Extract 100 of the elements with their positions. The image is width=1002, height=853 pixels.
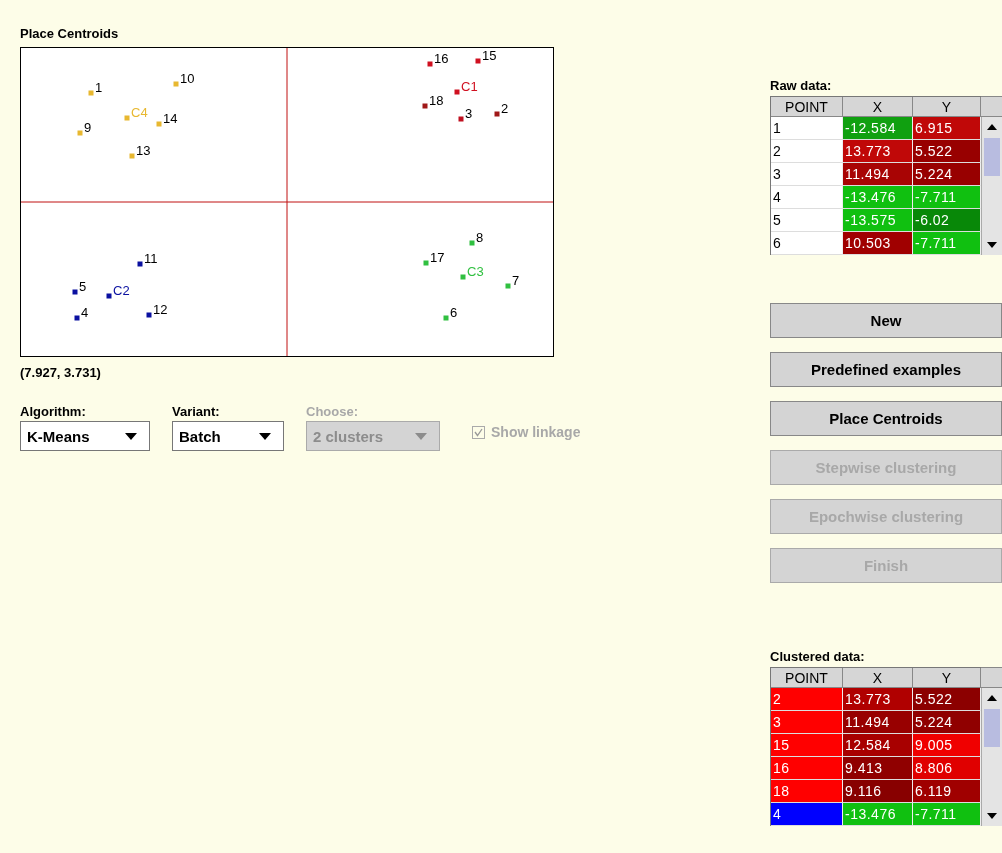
table-cell: 4 [771, 186, 843, 209]
scroll-down-icon[interactable] [987, 813, 997, 819]
table-cell: 5.522 [913, 688, 981, 711]
point-marker[interactable] [423, 260, 429, 266]
table-cell: 6 [771, 232, 843, 255]
point-label: 9 [84, 120, 92, 135]
action-button[interactable]: Predefined examples [770, 352, 1002, 387]
point-label: 6 [450, 305, 458, 320]
caret-icon [125, 432, 137, 440]
table-cell: 5 [771, 209, 843, 232]
scrollbar[interactable] [981, 688, 1002, 826]
table-cell: -7.711 [913, 232, 981, 255]
dropdown-label: Choose: [306, 404, 358, 419]
point-label: 15 [482, 48, 497, 63]
point-marker[interactable] [173, 81, 179, 87]
table-cell: 11.494 [843, 163, 913, 186]
point-label: 17 [430, 250, 445, 265]
table-cell: 9.413 [843, 757, 913, 780]
caret-icon [415, 432, 427, 440]
centroid-marker[interactable] [454, 89, 460, 95]
scroll-thumb[interactable] [984, 709, 1000, 747]
point-label: 13 [136, 143, 151, 158]
point-marker[interactable] [74, 315, 80, 321]
column-header[interactable]: X [843, 97, 913, 117]
table-cell: 11.494 [843, 711, 913, 734]
centroid-marker[interactable] [106, 293, 112, 299]
header-corner [981, 667, 1002, 688]
point-label: 4 [81, 305, 89, 320]
dropdown-label: Variant: [172, 404, 220, 419]
scroll-up-icon[interactable] [987, 695, 997, 701]
table-cell: 2 [771, 688, 843, 711]
centroid-marker[interactable] [124, 115, 130, 121]
table-title: Clustered data: [770, 649, 865, 665]
point-marker[interactable] [88, 90, 94, 96]
table-cell: 3 [771, 711, 843, 734]
table-cell: 1 [771, 117, 843, 140]
table-cell: 5.224 [913, 711, 981, 734]
point-marker[interactable] [129, 153, 135, 159]
table-cell: 10.503 [843, 232, 913, 255]
point-label: 1 [95, 80, 103, 95]
table-cell: 13.773 [843, 688, 913, 711]
column-header[interactable]: POINT [771, 97, 843, 117]
point-marker[interactable] [422, 103, 428, 109]
action-button[interactable]: New [770, 303, 1002, 338]
table-cell: -13.575 [843, 209, 913, 232]
table-cell: 5.224 [913, 163, 981, 186]
point-label: 12 [153, 302, 168, 317]
point-marker[interactable] [443, 315, 449, 321]
point-marker[interactable] [475, 58, 481, 64]
table-cell: 13.773 [843, 140, 913, 163]
point-label: 8 [476, 230, 484, 245]
table-cell: 6.119 [913, 780, 981, 803]
table-cell: -7.711 [913, 803, 981, 826]
table-cell: 16 [771, 757, 843, 780]
table-cell: 3 [771, 163, 843, 186]
centroid-label: C4 [131, 105, 148, 120]
scatter-plot[interactable]: 16 15 C1 18 3 2 1 10 C4 14 9 13 11 5 C2 4 12 8 17 C3 7 6 [20, 47, 554, 357]
point-marker[interactable] [77, 130, 83, 136]
point-label: 5 [79, 279, 87, 294]
column-header[interactable]: Y [913, 668, 981, 688]
scroll-down-icon[interactable] [987, 242, 997, 248]
caret-icon [259, 432, 271, 440]
dropdown[interactable]: K-Means [20, 421, 150, 451]
centroid-label: C3 [467, 264, 484, 279]
point-label: 10 [180, 71, 195, 86]
table-cell: -12.584 [843, 117, 913, 140]
point-marker[interactable] [156, 121, 162, 127]
point-marker[interactable] [505, 283, 511, 289]
scrollbar[interactable] [981, 117, 1002, 255]
table-cell: 4 [771, 803, 843, 826]
table-cell: 6.915 [913, 117, 981, 140]
point-marker[interactable] [137, 261, 143, 267]
point-marker[interactable] [72, 289, 78, 295]
dropdown[interactable]: Batch [172, 421, 284, 451]
table-cell: 9.116 [843, 780, 913, 803]
point-label: 3 [465, 106, 473, 121]
cursor-coordinates: (7.927, 3.731) [20, 365, 101, 380]
point-marker[interactable] [427, 61, 433, 67]
column-header[interactable]: POINT [771, 668, 843, 688]
table-cell: 9.005 [913, 734, 981, 757]
point-label: 14 [163, 111, 178, 126]
scroll-thumb[interactable] [984, 138, 1000, 176]
point-label: 7 [512, 273, 520, 288]
dropdown-label: Algorithm: [20, 404, 86, 419]
scroll-up-icon[interactable] [987, 124, 997, 130]
table-cell: 5.522 [913, 140, 981, 163]
point-marker[interactable] [146, 312, 152, 318]
point-label: 16 [434, 51, 449, 66]
centroid-marker[interactable] [460, 274, 466, 280]
point-marker[interactable] [469, 240, 475, 246]
table-cell: -13.476 [843, 803, 913, 826]
action-button[interactable]: Place Centroids [770, 401, 1002, 436]
column-header[interactable]: X [843, 668, 913, 688]
point-marker[interactable] [494, 111, 500, 117]
table-cell: -13.476 [843, 186, 913, 209]
table-cell: 8.806 [913, 757, 981, 780]
table-cell: 18 [771, 780, 843, 803]
column-header[interactable]: Y [913, 97, 981, 117]
header-corner [981, 96, 1002, 117]
point-marker[interactable] [458, 116, 464, 122]
